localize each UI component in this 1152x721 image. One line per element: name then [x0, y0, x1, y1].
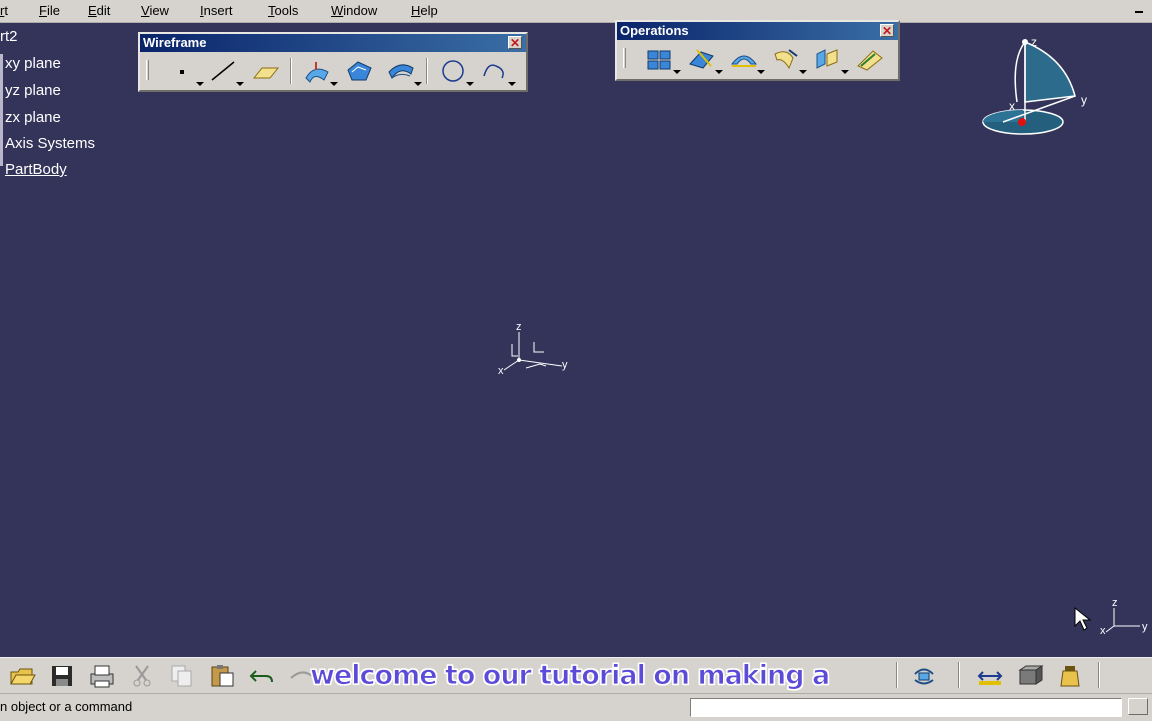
apply-material-icon[interactable] [1016, 662, 1044, 690]
open-icon[interactable] [8, 662, 36, 690]
mouse-cursor-icon [1074, 606, 1092, 631]
wireframe-toolbar: Wireframe ✕ [138, 32, 528, 92]
circle-icon[interactable] [438, 58, 474, 86]
tree-item-yz-plane[interactable]: yz plane [5, 82, 61, 99]
minimize-icon[interactable] [1132, 2, 1146, 16]
fill-icon[interactable] [344, 58, 374, 84]
tree-item-axis-systems[interactable]: Axis Systems [5, 135, 95, 152]
toolbar-separator [896, 662, 898, 688]
video-caption: welcome to our tutorial on making a [309, 660, 830, 692]
line-icon[interactable] [208, 58, 244, 86]
tree-item-xy-plane[interactable]: xy plane [5, 55, 61, 72]
command-options-button[interactable] [1128, 698, 1148, 715]
wireframe-title: Wireframe [143, 35, 207, 50]
status-bar: n object or a command [0, 693, 1152, 721]
weight-icon[interactable] [1056, 662, 1084, 690]
toolbar-grip[interactable] [623, 48, 626, 68]
toolbar-separator [958, 662, 960, 688]
join-icon[interactable] [645, 46, 681, 74]
boundary-icon[interactable] [855, 46, 885, 72]
tree-item-zx-plane[interactable]: zx plane [5, 109, 61, 126]
undo-icon[interactable] [248, 662, 276, 690]
tree-item-partbody[interactable]: PartBody [5, 161, 67, 178]
status-message: n object or a command [0, 699, 133, 714]
origin-axis-icon: z y x [498, 321, 568, 377]
operations-icon-row [623, 44, 894, 74]
spline-icon[interactable] [480, 58, 516, 86]
print-icon[interactable] [88, 662, 116, 690]
menu-edit[interactable]: Edit [88, 3, 110, 18]
fillet-icon[interactable] [729, 46, 765, 74]
corner-x-label: x [1100, 625, 1106, 637]
menu-bar: rt File Edit View Insert Tools Window He… [0, 0, 1152, 23]
compass-z-label: z [1031, 35, 1037, 49]
update-icon[interactable] [910, 662, 938, 690]
toolbar-separator [1098, 662, 1100, 688]
corner-axis-icon: z y x [1100, 597, 1148, 637]
operations-close-button[interactable]: ✕ [880, 24, 894, 37]
plane-icon[interactable] [250, 58, 280, 84]
wireframe-icon-row [146, 56, 522, 86]
corner-z-label: z [1112, 597, 1118, 609]
wireframe-titlebar[interactable]: Wireframe ✕ [140, 34, 526, 52]
toolbar-separator [290, 58, 292, 84]
split-icon[interactable] [687, 46, 723, 74]
origin-z-label: z [516, 321, 522, 333]
origin-y-label: y [562, 359, 568, 371]
command-input[interactable] [690, 698, 1122, 717]
save-icon[interactable] [48, 662, 76, 690]
corner-y-label: y [1142, 621, 1148, 633]
wireframe-close-button[interactable]: ✕ [508, 36, 522, 49]
menu-view[interactable]: View [141, 3, 169, 18]
menu-insert[interactable]: Insert [200, 3, 233, 18]
translate-icon[interactable] [771, 46, 807, 74]
menu-tools[interactable]: Tools [268, 3, 298, 18]
toolbar-separator [426, 58, 428, 84]
operations-titlebar[interactable]: Operations ✕ [617, 22, 898, 40]
extrude-icon[interactable] [302, 58, 338, 86]
operations-title: Operations [620, 23, 689, 38]
origin-x-label: x [498, 365, 504, 377]
operations-toolbar: Operations ✕ [615, 20, 900, 81]
compass-x-label: x [1009, 99, 1015, 113]
tree-root[interactable]: rt2 [0, 28, 18, 45]
toolbar-grip[interactable] [146, 60, 149, 80]
copy-icon[interactable] [168, 662, 196, 690]
menu-file[interactable]: File [39, 3, 60, 18]
menu-help[interactable]: Help [411, 3, 438, 18]
tree-branch-line [0, 54, 3, 166]
compass-icon[interactable]: z y x [975, 30, 1105, 145]
menu-window[interactable]: Window [331, 3, 377, 18]
extrapolate-icon[interactable] [813, 46, 849, 74]
paste-icon[interactable] [208, 662, 236, 690]
menu-start[interactable]: rt [0, 3, 8, 18]
compass-y-label: y [1081, 93, 1087, 107]
measure-icon[interactable] [976, 662, 1004, 690]
point-icon[interactable] [168, 58, 204, 86]
offset-icon[interactable] [386, 58, 422, 86]
cut-icon[interactable] [128, 662, 156, 690]
